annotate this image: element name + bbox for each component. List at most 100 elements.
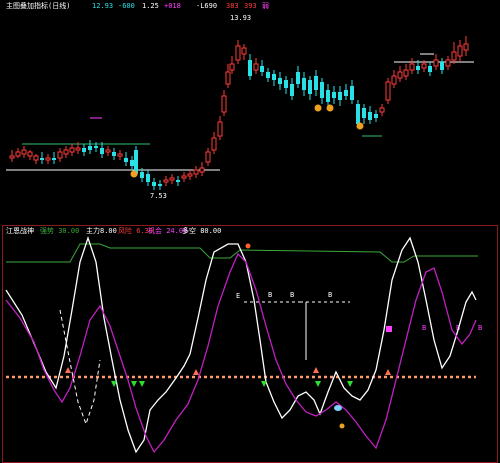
candle-body [94,146,98,148]
up-arrow-marker [193,369,199,375]
candle-body [112,152,116,156]
k-line [5,235,477,454]
buy-signal-marker [356,122,364,130]
candle-body [385,81,391,101]
down-arrow-marker [139,381,145,387]
candle-body [314,76,318,90]
candle-body [296,72,300,84]
candle-body [391,75,397,85]
candle-body [248,60,252,76]
candle-body [379,107,385,113]
candle-body [211,137,217,151]
candle-body [130,160,134,166]
signal-markers [130,104,364,178]
candle-body [15,151,21,157]
candle-body [27,151,33,157]
candle-body [152,182,156,186]
candle-body [146,174,150,182]
candle-body [397,71,403,79]
candle-body [451,51,457,61]
candle-body [225,71,231,85]
oscillator-signal-markers [65,243,392,429]
up-arrow-marker [65,367,71,373]
candle-body [409,63,415,71]
candle-body [338,92,342,100]
chart-stage: 主图叠加指标(日线) 12.93 -600 1.25 +018 -L690 38… [0,0,500,463]
candle-body [140,172,144,178]
candle-body [253,63,259,71]
candle-body [75,147,81,151]
candle-body [278,78,282,84]
candle-body [69,147,75,153]
candle-body [308,80,312,94]
buy-signal-marker [314,104,322,112]
candle-body [440,62,444,70]
candle-body [9,155,15,159]
candle-body [445,59,451,67]
candle-body [82,148,86,152]
buy-signal-marker [130,170,138,178]
candle-body [433,59,439,67]
candle-body [266,72,270,78]
candle-body [124,158,128,162]
candle-body [187,173,193,177]
candle-body [33,155,39,161]
candle-body [205,151,211,163]
down-arrow-marker [347,381,353,387]
candle-body [181,175,187,179]
candle-body [158,184,162,186]
cloud-marker [334,405,342,411]
peak-star-marker [245,243,251,249]
candle-body [176,180,180,182]
candle-body [290,84,294,96]
candle-body [21,149,27,155]
down-arrow-marker [131,381,137,387]
chart-canvas[interactable] [0,0,500,463]
candle-body [117,153,123,157]
candle-body [45,157,51,161]
candle-body [105,149,111,153]
candle-body [88,146,92,150]
bottom-dot-marker [339,423,345,429]
candle-body [368,112,372,120]
up-arrow-marker [385,369,391,375]
candle-body [134,150,138,174]
candle-body [463,43,469,51]
candle-body [374,114,378,118]
candle-body [221,95,227,113]
candle-body [100,148,104,154]
candlestick-series [9,36,469,190]
down-arrow-marker [315,381,321,387]
signal-square-marker [386,326,392,332]
candle-body [350,86,354,100]
candle-body [428,66,432,72]
candle-body [320,82,324,98]
candle-body [302,78,306,90]
candle-body [241,47,247,55]
candle-body [40,158,44,160]
k-dashed-swing [59,309,101,426]
candle-body [326,90,330,102]
candle-body [260,66,264,72]
up-arrow-marker [313,367,319,373]
candle-body [217,121,223,137]
candle-body [362,108,366,118]
candle-body [235,45,241,61]
candle-body [403,69,409,77]
buy-signal-marker [326,104,334,112]
candle-body [416,66,420,70]
candle-body [421,63,427,69]
candle-body [163,179,169,183]
candle-body [229,63,235,71]
candle-body [344,90,348,96]
candle-body [272,74,276,80]
candle-body [356,104,360,124]
candle-body [193,169,199,175]
candle-body [57,151,63,159]
down-arrow-marker [111,381,117,387]
candle-body [52,158,56,160]
candle-body [457,45,463,57]
candle-body [332,92,336,98]
candle-body [199,167,205,173]
candle-body [284,80,288,88]
